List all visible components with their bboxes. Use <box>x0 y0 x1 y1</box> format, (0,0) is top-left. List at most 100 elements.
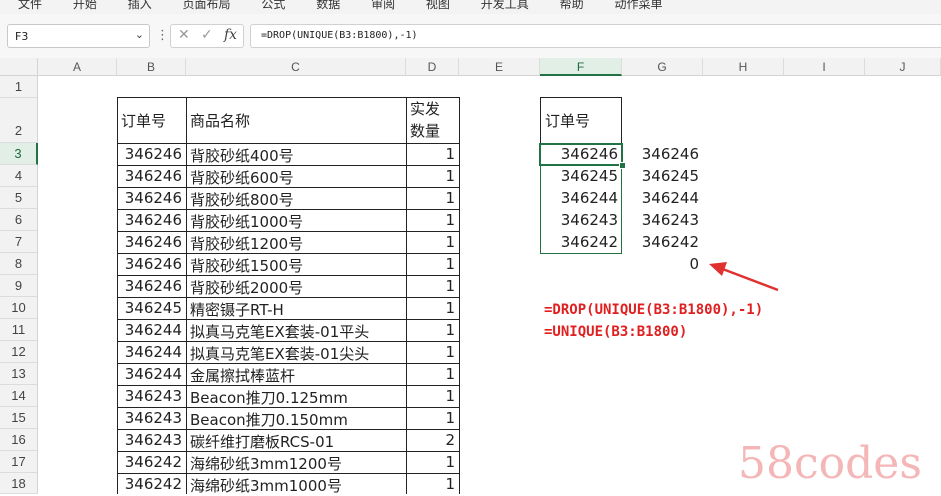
column-header-h[interactable]: H <box>703 58 784 76</box>
column-header-j[interactable]: J <box>865 58 941 76</box>
chevron-down-icon[interactable]: ⌄ <box>135 28 144 41</box>
cell-order[interactable]: 346243 <box>118 409 186 427</box>
cell-qty[interactable]: 1 <box>407 365 459 383</box>
column-header-d[interactable]: D <box>406 58 459 76</box>
result-g-cell[interactable]: 346243 <box>622 211 703 229</box>
column-header-b[interactable]: B <box>117 58 186 76</box>
tab-developer[interactable]: 开发工具 <box>481 0 529 11</box>
result-f-cell[interactable]: 346244 <box>540 189 622 207</box>
formula-input[interactable]: =DROP(UNIQUE(B3:B1800),-1) <box>250 24 941 48</box>
result-g-cell[interactable]: 346246 <box>622 145 703 163</box>
cell-qty[interactable]: 1 <box>407 475 459 493</box>
tab-data[interactable]: 数据 <box>316 0 340 11</box>
tab-action-menu[interactable]: 动作菜单 <box>614 0 662 11</box>
cell-qty[interactable]: 1 <box>407 409 459 427</box>
cell-order[interactable]: 346244 <box>118 321 186 339</box>
tab-formulas[interactable]: 公式 <box>261 0 285 11</box>
row-header-11[interactable]: 11 <box>0 319 38 341</box>
tab-file[interactable]: 文件 <box>18 0 42 11</box>
row-header-6[interactable]: 6 <box>0 209 38 231</box>
row-header-14[interactable]: 14 <box>0 385 38 407</box>
tab-page-layout[interactable]: 页面布局 <box>183 0 231 11</box>
more-options-icon[interactable]: ⋮ <box>156 28 169 43</box>
row-header-2[interactable]: 2 <box>0 98 38 143</box>
cancel-icon[interactable]: ✕ <box>178 27 190 43</box>
tab-help[interactable]: 帮助 <box>560 0 584 11</box>
cell-product[interactable]: 碳纤维打磨板RCS-01 <box>187 431 406 452</box>
cell-qty[interactable]: 1 <box>407 189 459 207</box>
cell-product[interactable]: 背胶砂纸1200号 <box>187 233 406 254</box>
row-header-3[interactable]: 3 <box>0 143 38 165</box>
cell-qty[interactable]: 1 <box>407 255 459 273</box>
confirm-icon[interactable]: ✓ <box>201 27 213 43</box>
cell-order[interactable]: 346242 <box>118 475 186 493</box>
cell-product[interactable]: Beacon推刀0.125mm <box>187 387 406 408</box>
cell-order[interactable]: 346246 <box>118 255 186 273</box>
cell-order[interactable]: 346244 <box>118 365 186 383</box>
cell-product[interactable]: 拟真马克笔EX套装-01平头 <box>187 321 406 342</box>
cell-qty[interactable]: 1 <box>407 299 459 317</box>
active-cell-border[interactable] <box>539 143 623 166</box>
cell-qty[interactable]: 1 <box>407 453 459 471</box>
cell-product[interactable]: 精密镊子RT-H <box>187 299 406 320</box>
tab-insert[interactable]: 插入 <box>128 0 152 11</box>
result-g-cell[interactable]: 346244 <box>622 189 703 207</box>
cell-qty[interactable]: 1 <box>407 233 459 251</box>
row-header-16[interactable]: 16 <box>0 429 38 451</box>
row-header-8[interactable]: 8 <box>0 253 38 275</box>
cell-qty[interactable]: 2 <box>407 431 459 449</box>
cell-product[interactable]: 背胶砂纸800号 <box>187 189 406 210</box>
header-product-name[interactable]: 商品名称 <box>187 110 406 132</box>
select-all-corner[interactable] <box>0 58 38 76</box>
cell-product[interactable]: Beacon推刀0.150mm <box>187 409 406 430</box>
result-f-cell[interactable]: 346243 <box>540 211 622 229</box>
result-g-cell[interactable]: 346245 <box>622 167 703 185</box>
row-header-17[interactable]: 17 <box>0 451 38 473</box>
result-g-cell-zero[interactable]: 0 <box>622 255 703 273</box>
cell-product[interactable]: 海绵砂纸3mm1200号 <box>187 453 406 474</box>
header-qty-line1[interactable]: 实发 <box>407 98 459 120</box>
row-header-1[interactable]: 1 <box>0 76 38 98</box>
cell-order[interactable]: 346242 <box>118 453 186 471</box>
tab-review[interactable]: 审阅 <box>371 0 395 11</box>
cell-product[interactable]: 拟真马克笔EX套装-01尖头 <box>187 343 406 364</box>
cell-order[interactable]: 346246 <box>118 211 186 229</box>
cell-order[interactable]: 346243 <box>118 431 186 449</box>
insert-function-icon[interactable]: fx <box>224 27 237 43</box>
cell-order[interactable]: 346246 <box>118 145 186 163</box>
cell-product[interactable]: 背胶砂纸400号 <box>187 145 406 166</box>
cell-qty[interactable]: 1 <box>407 211 459 229</box>
cell-product[interactable]: 背胶砂纸2000号 <box>187 277 406 298</box>
column-header-i[interactable]: I <box>784 58 865 76</box>
tab-view[interactable]: 视图 <box>426 0 450 11</box>
name-box[interactable]: F3 ⌄ <box>7 24 150 48</box>
cell-order[interactable]: 346245 <box>118 299 186 317</box>
cell-qty[interactable]: 1 <box>407 343 459 361</box>
row-header-7[interactable]: 7 <box>0 231 38 253</box>
result-f-cell[interactable]: 346242 <box>540 233 622 251</box>
cell-qty[interactable]: 1 <box>407 321 459 339</box>
result-g-cell[interactable]: 346242 <box>622 233 703 251</box>
column-header-g[interactable]: G <box>622 58 703 76</box>
row-header-10[interactable]: 10 <box>0 297 38 319</box>
cell-qty[interactable]: 1 <box>407 167 459 185</box>
cell-product[interactable]: 背胶砂纸1000号 <box>187 211 406 232</box>
cell-qty[interactable]: 1 <box>407 387 459 405</box>
row-header-4[interactable]: 4 <box>0 165 38 187</box>
column-header-c[interactable]: C <box>186 58 406 76</box>
cell-product[interactable]: 金属擦拭棒蓝杆 <box>187 365 406 386</box>
header-order-number[interactable]: 订单号 <box>118 110 186 132</box>
cell-product[interactable]: 背胶砂纸600号 <box>187 167 406 188</box>
cell-order[interactable]: 346246 <box>118 277 186 295</box>
cell-order[interactable]: 346243 <box>118 387 186 405</box>
row-header-18[interactable]: 18 <box>0 473 38 494</box>
cell-qty[interactable]: 1 <box>407 277 459 295</box>
cell-order[interactable]: 346244 <box>118 343 186 361</box>
result-f-cell[interactable]: 346245 <box>540 167 622 185</box>
tab-home[interactable]: 开始 <box>73 0 97 11</box>
row-header-15[interactable]: 15 <box>0 407 38 429</box>
column-header-f[interactable]: F <box>540 58 622 76</box>
result-header-order[interactable]: 订单号 <box>542 110 622 131</box>
cell-product[interactable]: 海绵砂纸3mm1000号 <box>187 475 406 496</box>
cell-qty[interactable]: 1 <box>407 145 459 163</box>
